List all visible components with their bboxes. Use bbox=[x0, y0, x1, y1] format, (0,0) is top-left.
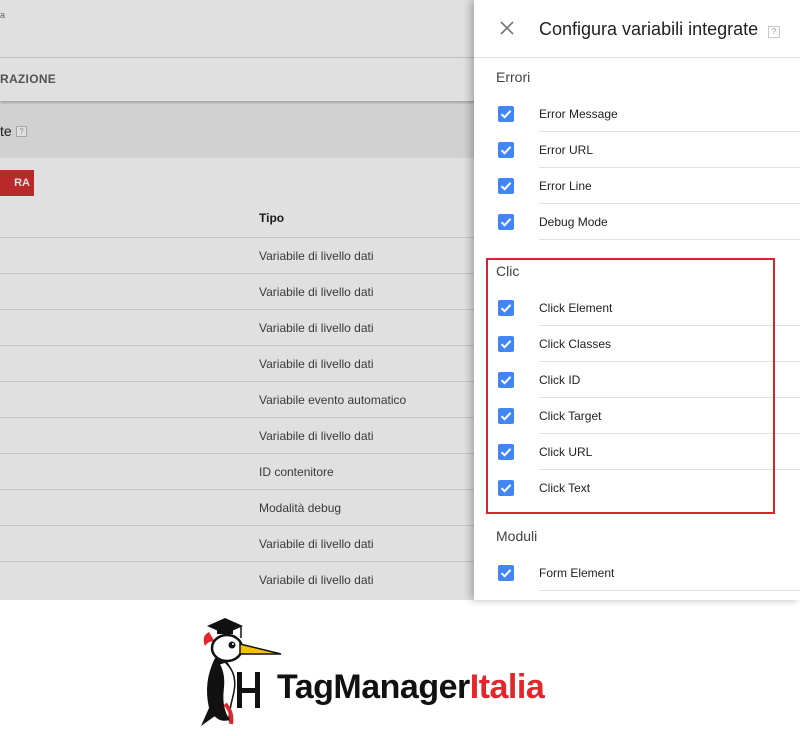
checkbox-item-error-line[interactable]: Error Line bbox=[474, 168, 800, 204]
checkbox-item-error-message[interactable]: Error Message bbox=[474, 96, 800, 132]
checked-checkbox-icon[interactable] bbox=[498, 565, 514, 581]
checked-checkbox-icon[interactable] bbox=[498, 214, 514, 230]
logo-text-italia: Italia bbox=[469, 668, 545, 706]
divider bbox=[539, 239, 800, 240]
checkbox-label: Debug Mode bbox=[539, 215, 608, 229]
group-title-errori: Errori bbox=[496, 69, 531, 85]
group-title-moduli: Moduli bbox=[496, 528, 538, 544]
checked-checkbox-icon[interactable] bbox=[498, 142, 514, 158]
checked-checkbox-icon[interactable] bbox=[498, 178, 514, 194]
checkbox-label: Form Element bbox=[539, 566, 615, 580]
checkbox-item-error-url[interactable]: Error URL bbox=[474, 132, 800, 168]
checkbox-label: Error URL bbox=[539, 143, 594, 157]
checked-checkbox-icon[interactable] bbox=[498, 106, 514, 122]
checkbox-label: Error Line bbox=[539, 179, 592, 193]
woodpecker-mascot-icon bbox=[201, 618, 282, 726]
logo-text-tagmanager: TagManager bbox=[277, 668, 470, 706]
checkbox-label: Error Message bbox=[539, 107, 618, 121]
panel-title: Configura variabili integrate bbox=[539, 19, 759, 39]
checkbox-item-debug-mode[interactable]: Debug Mode bbox=[474, 204, 800, 240]
checkbox-item-form-element[interactable]: Form Element bbox=[474, 555, 800, 591]
tagmanageritalia-logo: TagManagerItalia bbox=[195, 612, 615, 728]
close-icon[interactable] bbox=[496, 17, 518, 39]
panel-header: Configura variabili integrate ? bbox=[474, 0, 800, 58]
logo-wordmark: TagManagerItalia bbox=[277, 668, 545, 707]
highlight-annotation-box bbox=[486, 258, 775, 514]
help-icon[interactable]: ? bbox=[768, 26, 780, 38]
divider bbox=[539, 590, 800, 591]
